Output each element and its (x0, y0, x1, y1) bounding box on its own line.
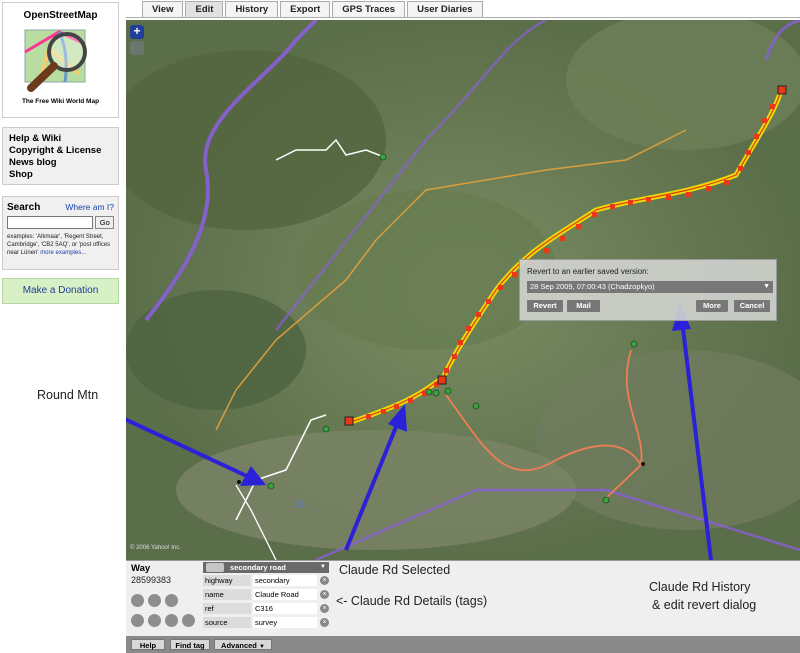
tab-edit[interactable]: Edit (185, 1, 224, 18)
remove-tag-icon[interactable]: × (320, 576, 329, 585)
tidy-way-icon[interactable] (165, 594, 178, 607)
annotation-history-2: & edit revert dialog (652, 598, 757, 612)
tag-key[interactable]: name (203, 589, 251, 600)
help-button[interactable]: Help (131, 639, 165, 650)
search-title: Search (7, 202, 41, 213)
osm-editor-screenshot: OpenStreetMap The Free Wiki World Map He… (0, 0, 800, 653)
tag-value[interactable]: secondary (253, 575, 317, 586)
find-tag-button[interactable]: Find tag (170, 639, 210, 650)
chevron-down-icon: ▼ (763, 283, 770, 290)
where-am-i-link[interactable]: Where am I? (65, 202, 114, 212)
search-box: Search Where am I? Go examples: 'Alkmaar… (2, 196, 119, 270)
version-select-value: 28 Sep 2009, 07:00:43 (Chadzopkyo) (530, 282, 655, 291)
zoom-in-button[interactable]: + (130, 25, 144, 39)
revert-button[interactable]: Revert (527, 300, 563, 312)
panel-title: Way (131, 563, 151, 574)
tag-value[interactable]: survey (253, 617, 317, 628)
delete-way-icon[interactable] (131, 614, 144, 627)
reverse-way-icon[interactable] (148, 594, 161, 607)
remove-tag-icon[interactable]: × (320, 604, 329, 613)
more-button[interactable]: More (696, 300, 728, 312)
chevron-down-icon: ▼ (320, 564, 326, 570)
car-icon (206, 563, 224, 572)
logo-title: OpenStreetMap (23, 10, 98, 21)
search-input[interactable] (7, 216, 94, 229)
tab-view[interactable]: View (142, 1, 184, 18)
annotation-details: <- Claude Rd Details (tags) (336, 594, 488, 608)
history-icon[interactable] (148, 614, 161, 627)
way-id: 28599383 (131, 575, 172, 585)
revert-dialog: Revert to an earlier saved version: 28 S… (519, 259, 777, 321)
tag-row: ref C316 × (203, 603, 329, 614)
relation-icon[interactable] (182, 614, 195, 627)
tag-value[interactable]: C316 (253, 603, 317, 614)
tag-key[interactable]: ref (203, 603, 251, 614)
link-news-blog[interactable]: News blog (9, 157, 112, 169)
annotation-round-mtn: Round Mtn (37, 388, 99, 402)
advanced-label: Advanced (221, 641, 257, 650)
tab-gps-traces[interactable]: GPS Traces (332, 1, 406, 18)
annotation-selected: Claude Rd Selected (339, 563, 451, 577)
link-help-wiki[interactable]: Help & Wiki (9, 133, 112, 145)
tab-export[interactable]: Export (280, 1, 331, 18)
annotation-history-1: Claude Rd History (649, 580, 751, 594)
advanced-dropdown[interactable]: Advanced ▼ (214, 639, 272, 650)
checklist-icon[interactable] (165, 614, 178, 627)
tag-value[interactable]: Claude Road (253, 589, 317, 600)
tag-row: name Claude Road × (203, 589, 329, 600)
top-tabs: View Edit History Export GPS Traces User… (142, 1, 485, 18)
logo-tagline: The Free Wiki World Map (21, 98, 100, 105)
zoom-out-button[interactable] (130, 41, 144, 55)
chevron-down-icon: ▼ (259, 644, 265, 650)
tag-row: source survey × (203, 617, 329, 628)
mail-button[interactable]: Mail (567, 300, 600, 312)
map-canvas[interactable]: + © 2006 Yahoo! Inc. Revert to an earlie… (126, 20, 800, 560)
cancel-button[interactable]: Cancel (734, 300, 770, 312)
link-copyright[interactable]: Copyright & License (9, 145, 112, 157)
scissors-icon[interactable] (131, 594, 144, 607)
version-select[interactable]: 28 Sep 2009, 07:00:43 (Chadzopkyo) ▼ (527, 281, 773, 293)
preset-label: secondary road (230, 563, 286, 572)
logo-box[interactable]: OpenStreetMap The Free Wiki World Map (2, 2, 119, 118)
go-button[interactable]: Go (95, 216, 114, 229)
donate-button[interactable]: Make a Donation (2, 278, 119, 304)
tag-key[interactable]: highway (203, 575, 251, 586)
remove-tag-icon[interactable]: × (320, 618, 329, 627)
tab-user-diaries[interactable]: User Diaries (407, 1, 483, 18)
sidebar-links: Help & Wiki Copyright & License News blo… (2, 127, 119, 185)
revert-label: Revert to an earlier saved version: (527, 267, 649, 276)
tag-row: highway secondary × (203, 575, 329, 586)
search-examples: examples: 'Alkmaar', 'Regent Street, Cam… (7, 233, 114, 257)
panel-bottom-bar: Help Find tag Advanced ▼ (126, 636, 800, 653)
map-copyright: © 2006 Yahoo! Inc. (130, 545, 181, 551)
tab-history[interactable]: History (225, 1, 279, 18)
osm-logo-icon (23, 29, 87, 92)
link-shop[interactable]: Shop (9, 169, 112, 181)
more-examples-link[interactable]: more examples... (40, 250, 86, 256)
tab-divider (126, 17, 800, 18)
tag-key[interactable]: source (203, 617, 251, 628)
sidebar: OpenStreetMap The Free Wiki World Map He… (0, 0, 121, 653)
remove-tag-icon[interactable]: × (320, 590, 329, 599)
